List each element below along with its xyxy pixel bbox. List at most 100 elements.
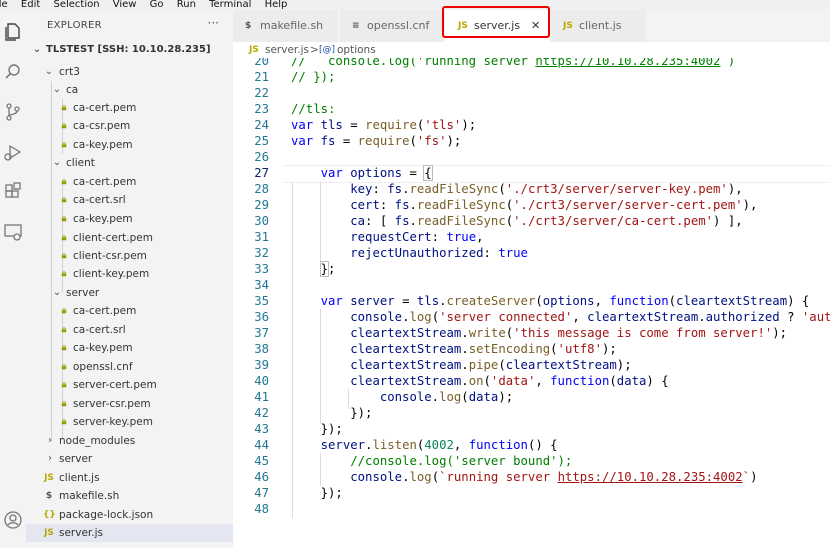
tree-file[interactable]: 🔒︎ ca-cert.pem (26, 302, 233, 320)
tree-folder-server[interactable]: ⌄ server (26, 284, 233, 302)
chevron-down-icon: ⌄ (52, 84, 62, 95)
code-line: }); (291, 406, 373, 420)
lock-file-icon: 🔒︎ (61, 417, 67, 427)
workspace-root-label: TLSTEST [SSH: 10.10.28.235] (46, 44, 211, 55)
more-actions-icon[interactable]: ··· (208, 16, 219, 30)
tree-folder-ca[interactable]: ⌄ ca (26, 81, 233, 99)
code-line: console.log(data); (379, 390, 514, 404)
account-icon[interactable] (3, 510, 23, 530)
javascript-file-icon: JS (44, 528, 54, 538)
tree-file[interactable]: $ makefile.sh (26, 487, 233, 505)
menu-terminal[interactable]: Terminal (209, 0, 251, 10)
line-number: 44 (254, 438, 269, 452)
tree-file[interactable]: 🔒︎ ca-cert.pem (26, 173, 233, 191)
chevron-right-icon: › (48, 453, 52, 464)
line-number: 23 (254, 102, 269, 116)
javascript-file-icon: JS (249, 45, 259, 55)
tree-folder-node-modules[interactable]: › node_modules (26, 432, 233, 450)
line-number: 25 (254, 134, 269, 148)
breadcrumb-file[interactable]: server.js (265, 42, 309, 58)
line-number: 20 (254, 58, 269, 68)
json-file-icon: {} (43, 510, 56, 520)
line-number: 29 (254, 198, 269, 212)
code-line: // console.log('running server https://1… (291, 58, 736, 68)
line-number: 40 (254, 374, 269, 388)
tree-file-selected[interactable]: JS server.js (26, 524, 233, 542)
shell-file-icon: $ (45, 491, 53, 501)
tree-file[interactable]: 🔒︎ client-cert.pem (26, 229, 233, 247)
tree-file[interactable]: JS client.js (26, 469, 233, 487)
code-line: var tls = require('tls'); (291, 118, 477, 132)
config-file-icon: ≡ (352, 21, 360, 31)
line-number: 38 (254, 342, 269, 356)
menu-edit[interactable]: Edit (21, 0, 40, 10)
tree-file[interactable]: 🔒︎ client-csr.pem (26, 247, 233, 265)
lock-file-icon: 🔒︎ (61, 306, 67, 316)
code-line: var fs = require('fs'); (291, 134, 462, 148)
line-number: 32 (254, 246, 269, 260)
code-line: // }); (291, 70, 336, 84)
files-icon[interactable] (3, 22, 23, 42)
menu-file[interactable]: ile (0, 0, 8, 10)
tree-file[interactable]: 🔒︎ ca-cert.srl (26, 191, 233, 209)
tree-file[interactable]: 🔒︎ ca-cert.pem (26, 99, 233, 117)
code-line: cleartextStream.pipe(cleartextStream); (350, 358, 632, 372)
lock-file-icon: 🔒︎ (61, 177, 67, 187)
extensions-icon[interactable] (3, 182, 23, 202)
tree-folder-server-root[interactable]: › server (26, 450, 233, 468)
search-icon[interactable] (3, 62, 23, 82)
menu-view[interactable]: View (113, 0, 137, 10)
tree-file[interactable]: 🔒︎ ca-key.pem (26, 339, 233, 357)
tab-openssl[interactable]: ≡ openssl.cnf (340, 10, 443, 42)
line-number: 47 (254, 486, 269, 500)
code-line: //tls: (291, 102, 336, 116)
tree-file[interactable]: 🔒︎ server-cert.pem (26, 376, 233, 394)
menu-help[interactable]: Help (265, 0, 288, 10)
tree-file[interactable]: 🔒︎ ca-csr.pem (26, 117, 233, 135)
tree-file[interactable]: {} package-lock.json (26, 506, 233, 524)
menu-run[interactable]: Run (177, 0, 196, 10)
code-line: cleartextStream.on('data', function(data… (350, 374, 669, 388)
tree-file[interactable]: 🔒︎ ca-key.pem (26, 210, 233, 228)
remote-explorer-icon[interactable] (3, 222, 23, 242)
tree-file[interactable]: 🔒︎ ca-key.pem (26, 136, 233, 154)
tree-file[interactable]: 🔒︎ ca-cert.srl (26, 321, 233, 339)
lock-file-icon: 🔒︎ (61, 269, 67, 279)
menu-selection[interactable]: Selection (53, 0, 99, 10)
line-number: 46 (254, 470, 269, 484)
code-line: console.log('server connected', cleartex… (350, 310, 830, 324)
tab-makefile[interactable]: $ makefile.sh (233, 10, 338, 42)
code-line: //console.log('server bound'); (350, 454, 573, 468)
code-line: key: fs.readFileSync('./crt3/server/serv… (350, 182, 743, 196)
tree-file[interactable]: 🔒︎ openssl.cnf (26, 358, 233, 376)
lock-file-icon: 🔒︎ (61, 214, 67, 224)
tree-file[interactable]: 🔒︎ client-key.pem (26, 265, 233, 283)
lock-file-icon: 🔒︎ (61, 362, 67, 372)
code-line: }; (319, 261, 336, 277)
breadcrumb-symbol[interactable]: options (337, 42, 376, 58)
line-number: 31 (254, 230, 269, 244)
line-number: 26 (254, 150, 269, 164)
breadcrumb: JS server.js > [@] options (233, 42, 830, 58)
tab-client-js[interactable]: JS client.js (551, 10, 646, 42)
tree-folder-crt3[interactable]: ⌄ crt3 (26, 63, 233, 81)
code-line: server.listen(4002, function() { (320, 438, 558, 452)
line-number: 36 (254, 310, 269, 324)
tree-folder-client[interactable]: ⌄ client (26, 154, 233, 172)
lock-file-icon: 🔒︎ (61, 325, 67, 335)
chevron-down-icon: ⌄ (32, 44, 42, 55)
code-line: cert: fs.readFileSync('./crt3/server/ser… (350, 198, 758, 212)
code-editor[interactable]: 20 21 22 23 24 25 26 27 28 29 30 31 32 3… (233, 58, 830, 548)
code-line: var options = { (320, 165, 433, 181)
line-number: 27 (254, 166, 269, 180)
tree-file[interactable]: 🔒︎ server-csr.pem (26, 395, 233, 413)
lock-file-icon: 🔒︎ (61, 103, 67, 113)
workspace-root[interactable]: ⌄ TLSTEST [SSH: 10.10.28.235] (26, 41, 233, 59)
menu-go[interactable]: Go (150, 0, 164, 10)
javascript-file-icon: JS (44, 473, 54, 483)
code-line: cleartextStream.write('this message is c… (350, 326, 788, 340)
tree-file[interactable]: 🔒︎ server-key.pem (26, 413, 233, 431)
source-control-icon[interactable] (3, 102, 23, 122)
line-number: 41 (254, 390, 269, 404)
run-debug-icon[interactable] (3, 142, 23, 162)
